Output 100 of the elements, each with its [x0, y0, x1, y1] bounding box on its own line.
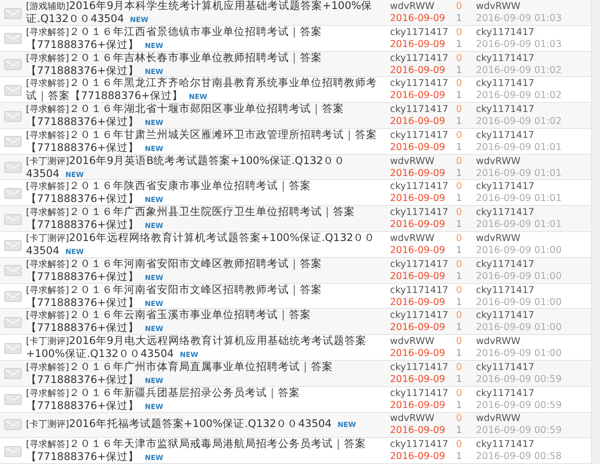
author-name[interactable]: cky1171417: [390, 388, 452, 400]
post-date: 2016-09-09: [390, 296, 446, 309]
view-count: 1: [456, 13, 464, 25]
author-name[interactable]: cky1171417: [390, 284, 452, 297]
author-name[interactable]: cky1171417: [390, 181, 452, 194]
author-name[interactable]: cky1171417: [390, 310, 452, 322]
scrollbar[interactable]: [591, 0, 600, 464]
view-count: 1: [456, 296, 464, 309]
reply-count: 0: [456, 412, 464, 425]
author-name[interactable]: cky1171417: [390, 130, 452, 142]
view-count: 1: [456, 374, 464, 386]
reply-count: 0: [456, 207, 464, 220]
post-date: 2016-09-09: [390, 374, 446, 386]
author-name[interactable]: cky1171417: [390, 439, 452, 452]
last-post-time: 2016-09-09 01:01: [476, 219, 563, 232]
envelope-icon: [4, 265, 22, 276]
envelope-icon: [4, 446, 22, 457]
author-name[interactable]: wdvRWW: [390, 233, 452, 246]
view-count: 1: [456, 322, 464, 334]
author-name[interactable]: cky1171417: [390, 52, 452, 65]
reply-count: 0: [456, 78, 464, 90]
author-name[interactable]: wdvRWW: [390, 412, 452, 425]
view-count: 1: [456, 270, 464, 283]
envelope-icon: [4, 419, 22, 430]
last-poster[interactable]: cky1171417: [476, 181, 591, 194]
envelope-icon: [4, 136, 22, 148]
author-name[interactable]: cky1171417: [390, 362, 452, 374]
view-count: 1: [456, 451, 464, 464]
reply-count: 0: [456, 336, 464, 348]
envelope-icon: [4, 342, 22, 354]
last-post-time: 2016-09-09 01:02: [476, 116, 563, 128]
last-post-time: 2016-09-09 01:00: [476, 296, 563, 309]
reply-count: 0: [456, 181, 464, 194]
envelope-icon: [4, 291, 22, 302]
last-post-time: 2016-09-09 01:00: [476, 245, 563, 258]
view-count: 1: [456, 424, 464, 437]
author-name[interactable]: cky1171417: [390, 104, 452, 116]
post-date: 2016-09-09: [390, 116, 446, 128]
author-name[interactable]: wdvRWW: [390, 1, 452, 13]
last-post-time: 2016-09-09 00:58: [476, 451, 563, 464]
envelope-icon: [4, 316, 22, 328]
author-name[interactable]: cky1171417: [390, 78, 452, 90]
last-post-time: 2016-09-09 01:02: [476, 64, 563, 77]
reply-count: 0: [456, 104, 464, 116]
view-count: 1: [456, 245, 464, 258]
last-poster[interactable]: cky1171417: [476, 78, 591, 90]
view-count: 1: [456, 90, 464, 102]
reply-count: 0: [456, 284, 464, 297]
last-poster[interactable]: cky1171417: [476, 26, 591, 39]
last-poster[interactable]: cky1171417: [476, 130, 591, 142]
author-name[interactable]: wdvRWW: [390, 156, 452, 168]
last-post-time: 2016-09-09 01:00: [476, 270, 563, 283]
envelope-icon: [4, 8, 22, 18]
post-date: 2016-09-09: [390, 64, 446, 77]
last-poster[interactable]: cky1171417: [476, 310, 591, 322]
last-poster[interactable]: cky1171417: [476, 362, 591, 374]
last-post-time: 2016-09-09 00:59: [476, 424, 563, 437]
last-post-time: 2016-09-09 00:59: [476, 374, 563, 386]
envelope-icon: [4, 394, 22, 406]
post-date: 2016-09-09: [390, 168, 446, 180]
last-poster[interactable]: wdvRWW: [476, 412, 591, 425]
last-poster[interactable]: wdvRWW: [476, 156, 591, 168]
envelope-icon: [4, 33, 22, 44]
view-count: 1: [456, 193, 464, 206]
author-name[interactable]: cky1171417: [390, 207, 452, 220]
author-name[interactable]: cky1171417: [390, 258, 452, 271]
last-post-time: 2016-09-09 01:00: [476, 322, 563, 334]
post-date: 2016-09-09: [390, 142, 446, 154]
author-name[interactable]: wdvRWW: [390, 336, 452, 348]
reply-count: 0: [456, 1, 464, 13]
last-post-time: 2016-09-09 01:03: [476, 38, 563, 51]
last-poster[interactable]: cky1171417: [476, 439, 591, 452]
last-post-time: 2016-09-09 01:00: [476, 348, 563, 360]
last-post-time: 2016-09-09 01:01: [476, 168, 563, 180]
post-date: 2016-09-09: [390, 400, 446, 412]
reply-count: 0: [456, 388, 464, 400]
last-poster[interactable]: cky1171417: [476, 258, 591, 271]
reply-count: 0: [456, 52, 464, 65]
last-poster[interactable]: wdvRWW: [476, 233, 591, 246]
last-post-time: 2016-09-09 00:59: [476, 400, 563, 412]
last-poster[interactable]: wdvRWW: [476, 1, 591, 13]
post-date: 2016-09-09: [390, 193, 446, 206]
post-date: 2016-09-09: [390, 219, 446, 232]
reply-count: 0: [456, 233, 464, 246]
last-poster[interactable]: wdvRWW: [476, 336, 591, 348]
reply-count: 0: [456, 130, 464, 142]
post-date: 2016-09-09: [390, 245, 446, 258]
reply-count: 0: [456, 26, 464, 39]
last-poster[interactable]: cky1171417: [476, 388, 591, 400]
post-date: 2016-09-09: [390, 451, 446, 464]
envelope-icon: [4, 110, 22, 122]
reply-count: 0: [456, 310, 464, 322]
view-count: 1: [456, 142, 464, 154]
view-count: 1: [456, 348, 464, 360]
last-poster[interactable]: cky1171417: [476, 52, 591, 65]
last-poster[interactable]: cky1171417: [476, 104, 591, 116]
last-poster[interactable]: cky1171417: [476, 207, 591, 220]
last-poster[interactable]: cky1171417: [476, 284, 591, 297]
last-post-time: 2016-09-09 01:02: [476, 90, 563, 102]
author-name[interactable]: cky1171417: [390, 26, 452, 39]
